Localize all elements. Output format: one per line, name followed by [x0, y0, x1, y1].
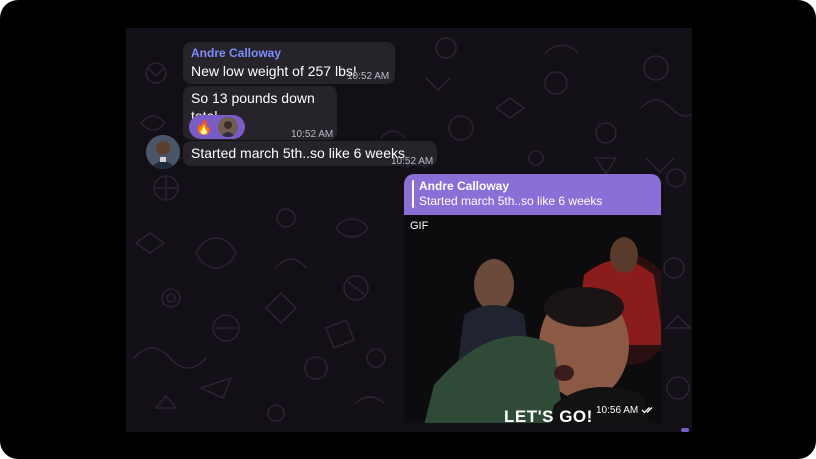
gif-message[interactable]: GIF LET'S GO! 10:56 AM [404, 215, 661, 423]
reaction-bar[interactable]: 🔥 [189, 115, 245, 139]
gif-caption: LET'S GO! [504, 407, 593, 423]
message-text: New low weight of 257 lbs! [191, 63, 357, 79]
message-bubble[interactable]: Andre Calloway New low weight of 257 lbs… [183, 42, 395, 84]
reply-accent-bar [412, 180, 414, 208]
gif-label: GIF [410, 220, 429, 232]
quoted-sender: Andre Calloway [419, 179, 510, 193]
message-bubble[interactable]: So 13 pounds down total 🔥 10:52 AM [183, 86, 337, 140]
fire-reaction-icon[interactable]: 🔥 [195, 118, 212, 136]
message-time: 10:52 AM [391, 156, 434, 167]
chat-area[interactable]: Andre Calloway New low weight of 257 lbs… [126, 28, 692, 432]
gif-image [404, 215, 661, 423]
reply-quote[interactable]: Andre Calloway Started march 5th..so lik… [404, 174, 661, 215]
message-time-text: 10:56 AM [596, 405, 639, 416]
reactor-avatar [218, 117, 238, 137]
message-bubble[interactable]: Started march 5th..so like 6 weeks 10:52… [183, 141, 437, 167]
quoted-text: Started march 5th..so like 6 weeks [419, 194, 603, 208]
sender-avatar[interactable] [146, 135, 180, 169]
device-frame: Andre Calloway New low weight of 257 lbs… [0, 0, 816, 459]
message-time: 10:52 AM [347, 71, 390, 82]
message-time: 10:56 AM [596, 405, 655, 416]
double-check-icon [641, 407, 653, 414]
sender-name[interactable]: Andre Calloway [191, 46, 281, 60]
message-text: Started march 5th..so like 6 weeks [191, 145, 405, 161]
scrollbar-thumb[interactable] [681, 428, 689, 432]
